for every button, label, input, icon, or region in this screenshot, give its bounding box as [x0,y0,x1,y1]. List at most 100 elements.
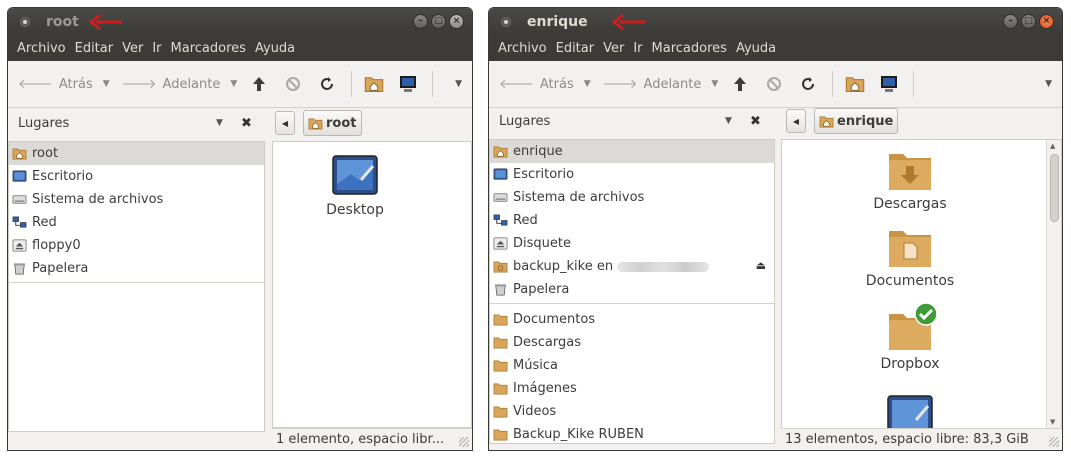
place-item-floppy0[interactable]: floppy0 [9,234,264,257]
computer-button[interactable] [398,74,418,94]
place-item-root[interactable]: root [9,142,264,165]
close-button[interactable]: × [1039,14,1054,29]
bookmark-item-documentos[interactable]: Documentos [490,308,774,331]
home-button[interactable] [364,74,384,94]
menu-ayuda[interactable]: Ayuda [255,41,295,56]
up-button[interactable] [249,74,269,94]
bookmark-item-imagenes[interactable]: Imágenes [490,377,774,400]
sidebar-separator [490,303,774,304]
back-history-dropdown[interactable]: ▼ [584,79,591,89]
file-item-desktop-partial[interactable] [855,394,965,428]
sidebar-header: Lugares ▼ ✖ [8,108,270,138]
computer-icon [400,76,417,92]
place-item-filesystem[interactable]: Sistema de archivos [9,188,264,211]
forward-history-dropdown[interactable]: ▼ [230,79,237,89]
menu-editar[interactable]: Editar [556,41,595,56]
home-folder-icon [845,74,865,94]
toolbar-overflow-dropdown[interactable]: ▼ [1045,79,1052,89]
path-back-button[interactable]: ◀ [275,111,295,135]
scroll-thumb[interactable] [1050,154,1059,222]
annotation-arrow-icon [611,13,645,31]
stop-button[interactable] [283,74,303,94]
menu-ir[interactable]: Ir [633,41,642,56]
place-item-papelera[interactable]: Papelera [490,278,774,301]
menu-ver[interactable]: Ver [122,41,143,56]
vertical-scrollbar[interactable]: ▲ ▼ [1046,140,1061,428]
menu-ver[interactable]: Ver [603,41,624,56]
place-item-filesystem[interactable]: Sistema de archivos [490,186,774,209]
resize-grip[interactable] [1049,437,1059,447]
place-item-backup-kike[interactable]: backup_kike en ⏏ [490,255,774,278]
maximize-button[interactable]: □ [1021,14,1036,29]
annotation-arrow-icon [88,13,122,31]
maximize-button[interactable]: □ [431,14,446,29]
window-menu-icon[interactable] [501,17,511,27]
stop-button[interactable] [764,74,784,94]
place-item-escritorio[interactable]: Escritorio [9,165,264,188]
titlebar[interactable]: enrique – □ × [489,8,1062,36]
places-sidebar: enrique Escritorio Sistema de archivos R… [489,139,775,444]
bookmark-item-descargas[interactable]: Descargas [490,331,774,354]
path-back-button[interactable]: ◀ [786,109,806,133]
minimize-button[interactable]: – [1003,14,1018,29]
path-button-enrique[interactable]: enrique [814,108,899,134]
up-button[interactable] [730,74,750,94]
place-item-enrique[interactable]: enrique [490,140,774,163]
bookmark-item-musica[interactable]: Música [490,354,774,377]
back-history-dropdown[interactable]: ▼ [103,79,110,89]
file-item-documentos[interactable]: Documentos [855,225,965,289]
eject-icon[interactable]: ⏏ [756,259,766,272]
bookmark-item-backup-kike-ruben[interactable]: Backup_Kike RUBEN [490,423,774,446]
menu-ayuda[interactable]: Ayuda [736,41,776,56]
menu-marcadores[interactable]: Marcadores [652,41,727,56]
file-item-descargas[interactable]: Descargas [855,148,965,212]
downloads-folder-icon [889,154,931,190]
menu-editar[interactable]: Editar [75,41,114,56]
home-button[interactable] [845,74,865,94]
menu-archivo[interactable]: Archivo [17,41,66,56]
window-title: root [46,14,79,30]
toolbar: 🡐 Atrás ▼ 🡒 Adelante ▼ ▼ [489,61,1062,108]
desktop-icon [493,167,508,182]
file-item-dropbox[interactable]: Dropbox [855,302,965,372]
place-item-red[interactable]: Red [9,211,264,234]
arrow-up-icon [253,77,266,91]
menu-ir[interactable]: Ir [152,41,161,56]
place-item-red[interactable]: Red [490,209,774,232]
path-button-root[interactable]: root [303,110,362,136]
titlebar[interactable]: root – □ × [8,8,472,36]
home-folder-icon [493,144,508,159]
place-item-disquete[interactable]: Disquete [490,232,774,255]
bookmark-item-videos[interactable]: Videos [490,400,774,423]
sidebar-view-dropdown[interactable]: ▼ [216,118,223,128]
file-manager-window-enrique: enrique – □ × Archivo Editar Ver Ir Marc… [488,7,1063,451]
place-item-escritorio[interactable]: Escritorio [490,163,774,186]
close-sidebar-button[interactable]: ✖ [750,114,761,129]
reload-button[interactable] [317,74,337,94]
computer-button[interactable] [879,74,899,94]
stop-icon [286,77,301,91]
sidebar-view-dropdown[interactable]: ▼ [725,116,732,126]
reload-button[interactable] [798,74,818,94]
menu-marcadores[interactable]: Marcadores [171,41,246,56]
back-button[interactable]: 🡐 Atrás [499,76,574,93]
forward-button[interactable]: 🡒 Adelante [603,76,702,93]
trash-icon [12,261,27,276]
scroll-down-arrow[interactable]: ▼ [1050,418,1055,426]
minimize-button[interactable]: – [413,14,428,29]
forward-history-dropdown[interactable]: ▼ [711,79,718,89]
file-view[interactable]: Desktop [272,141,472,428]
close-button[interactable]: × [449,14,464,29]
close-sidebar-button[interactable]: ✖ [241,116,252,131]
file-item-desktop[interactable]: Desktop [300,154,410,218]
window-menu-icon[interactable] [20,17,30,27]
toolbar-overflow-dropdown[interactable]: ▼ [455,79,462,89]
scroll-up-arrow[interactable]: ▲ [1050,142,1055,150]
back-button[interactable]: 🡐 Atrás [18,76,93,93]
resize-grip[interactable] [459,437,469,447]
window-title: enrique [527,14,588,30]
place-item-papelera[interactable]: Papelera [9,257,264,280]
file-view[interactable]: Descargas Documentos Dropbox ▲ ▼ [781,139,1062,429]
forward-button[interactable]: 🡒 Adelante [122,76,221,93]
menu-archivo[interactable]: Archivo [498,41,547,56]
